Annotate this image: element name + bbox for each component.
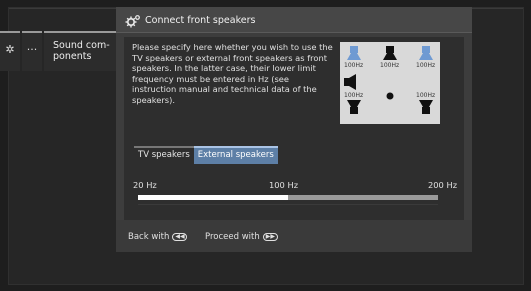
speaker-type-selector: TV speakers External speakers (134, 146, 278, 164)
option-tv-speakers[interactable]: TV speakers (134, 146, 194, 164)
back-label: Back with (128, 232, 170, 242)
breadcrumb-bar (0, 31, 20, 33)
option-external-speakers[interactable]: External speakers (193, 146, 278, 164)
connect-front-speakers-dialog: Connect front speakers Please specify he… (116, 7, 472, 252)
front-left-speaker-icon (347, 46, 361, 60)
side-left-speaker-icon (344, 74, 356, 90)
rear-right-frequency: 100Hz (416, 92, 436, 99)
dialog-body: Please specify here whether you wish to … (124, 37, 464, 220)
rear-left-speaker-icon (347, 100, 361, 114)
dialog-header: Connect front speakers (116, 7, 472, 33)
option-bar (193, 146, 278, 148)
rear-right-speaker-icon (419, 100, 433, 114)
option-external-speakers-label: External speakers (197, 150, 274, 160)
front-right-speaker-icon (419, 46, 433, 60)
frequency-min-label: 20 Hz (133, 180, 157, 190)
gears-icon (125, 15, 140, 28)
center-frequency: 100Hz (380, 62, 400, 69)
fast-forward-button-icon: ▶▶ (262, 233, 278, 241)
frequency-slider[interactable] (138, 195, 438, 200)
breadcrumb-bar (22, 31, 42, 33)
breadcrumb-sound-components[interactable]: Sound com- ponents (44, 31, 116, 71)
frequency-max-label: 200 Hz (428, 180, 458, 190)
rear-left-frequency: 100Hz (344, 92, 364, 99)
front-left-frequency: 100Hz (344, 62, 364, 69)
proceed-hint[interactable]: Proceed with ▶▶ (205, 232, 278, 242)
back-hint[interactable]: Back with ◀◀ (128, 232, 188, 242)
breadcrumb-settings[interactable]: ✲ (0, 31, 20, 71)
gear-icon: ✲ (5, 43, 15, 56)
dialog-title: Connect front speakers (145, 15, 256, 26)
breadcrumb-bar (44, 31, 116, 33)
front-right-frequency: 100Hz (416, 62, 436, 69)
dialog-footer: Back with ◀◀ Proceed with ▶▶ (116, 220, 472, 252)
ellipsis-icon: ··· (26, 43, 38, 56)
frequency-mid-label: 100 Hz (269, 180, 299, 190)
breadcrumb-more[interactable]: ··· (22, 31, 42, 71)
center-speaker-icon (383, 46, 397, 60)
option-tv-speakers-label: TV speakers (138, 150, 190, 160)
breadcrumb-sound-label: Sound com- ponents (53, 40, 110, 62)
dialog-description: Please specify here whether you wish to … (132, 42, 333, 105)
listener-position-icon (386, 92, 394, 100)
option-bar (134, 146, 194, 148)
proceed-label: Proceed with (205, 232, 260, 242)
rewind-button-icon: ◀◀ (172, 233, 188, 241)
speaker-layout-diagram: 100Hz 100Hz 100Hz 100Hz 100Hz (340, 42, 440, 124)
frequency-slider-fill (138, 195, 288, 200)
slider-divider (138, 204, 438, 205)
